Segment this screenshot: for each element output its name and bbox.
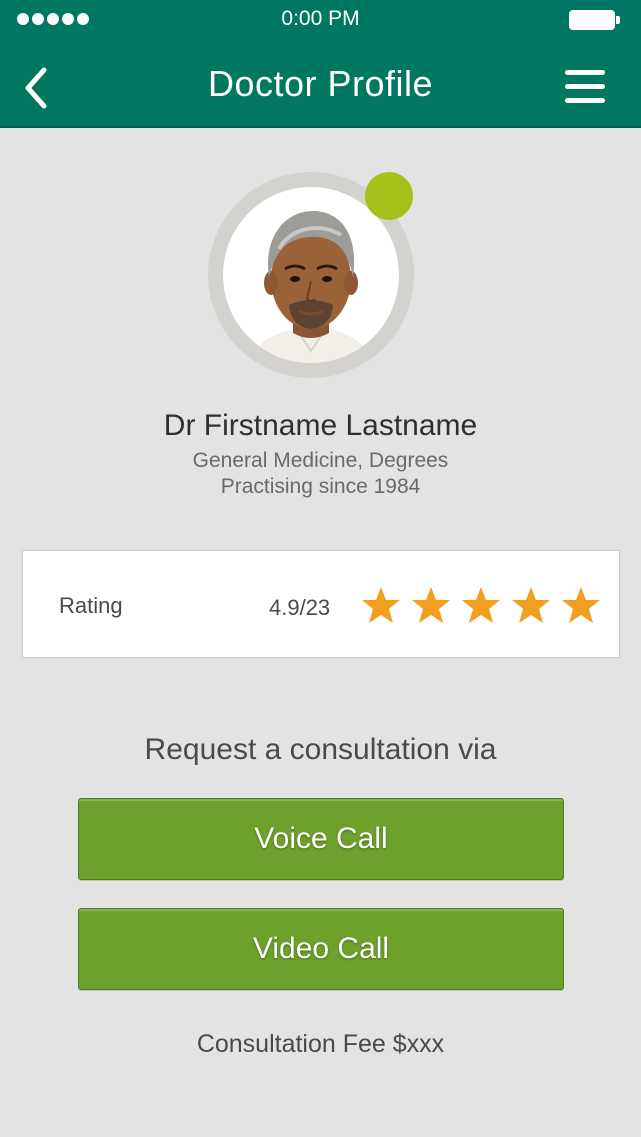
video-call-button[interactable]: Video Call bbox=[78, 908, 564, 990]
doctor-practising-since: Practising since 1984 bbox=[220, 475, 421, 498]
rating-stars bbox=[361, 586, 601, 624]
star-icon bbox=[412, 587, 450, 623]
star-icon bbox=[512, 587, 550, 623]
doctor-specialty: General Medicine, Degrees bbox=[192, 449, 449, 472]
battery-icon bbox=[569, 10, 620, 30]
rating-label: Rating bbox=[59, 593, 123, 618]
online-status-indicator bbox=[365, 172, 413, 220]
status-bar-time: 0:00 PM bbox=[281, 7, 360, 30]
consultation-prompt: Request a consultation via bbox=[144, 733, 497, 766]
star-icon bbox=[562, 587, 600, 623]
star-icon bbox=[362, 587, 400, 623]
page-title: Doctor Profile bbox=[207, 63, 434, 104]
rating-card: Rating 4.9/23 bbox=[22, 550, 620, 658]
rating-value: 4.9/23 bbox=[269, 595, 331, 620]
hamburger-menu-icon bbox=[565, 70, 605, 75]
consultation-fee: Consultation Fee $xxx bbox=[196, 1030, 445, 1058]
doctor-name: Dr Firstname Lastname bbox=[163, 409, 478, 442]
star-icon bbox=[462, 587, 500, 623]
menu-button[interactable] bbox=[565, 70, 605, 104]
app-header: 0:00 PM Doctor Profile bbox=[0, 0, 641, 128]
voice-call-button[interactable]: Voice Call bbox=[78, 798, 564, 880]
